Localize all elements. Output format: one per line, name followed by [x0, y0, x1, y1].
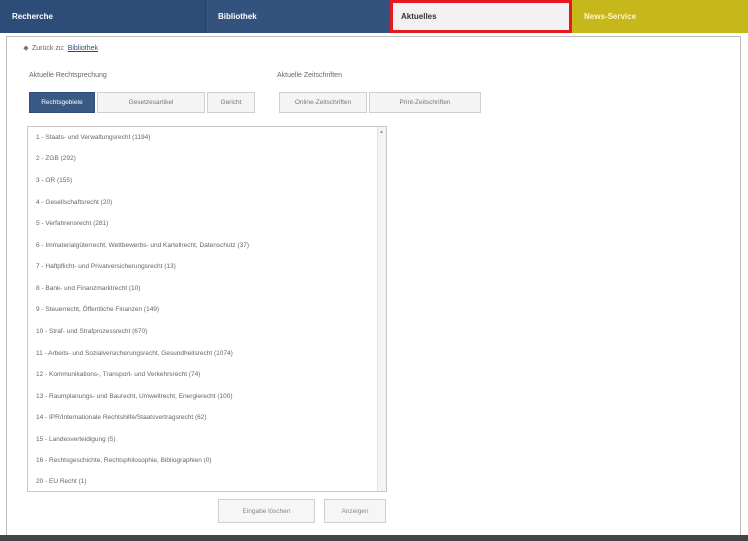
list-item[interactable]: 12 - Kommunikations-, Transport- und Ver… — [36, 371, 200, 378]
list-item[interactable]: 20 - EU Recht (1) — [36, 478, 87, 485]
breadcrumb-prefix: Zurück zu: — [32, 44, 65, 52]
show-button[interactable]: Anzeigen — [324, 499, 386, 523]
gesetzesartikel-button[interactable]: Gesetzesartikel — [97, 92, 205, 113]
list-item[interactable]: 9 - Steuerrecht, Öffentliche Finanzen (1… — [36, 306, 159, 313]
tab-recherche[interactable]: Recherche — [0, 0, 206, 33]
list-item[interactable]: 11 - Arbeits- und Sozialversicherungsrec… — [36, 350, 233, 357]
list-item[interactable]: 4 - Gesellschaftsrecht (20) — [36, 199, 112, 206]
list-item[interactable]: 16 - Rechtsgeschichte, Rechtsphilosophie… — [36, 457, 212, 464]
breadcrumb: ◆ Zurück zu: Bibliothek — [23, 44, 98, 53]
list-item[interactable]: 1 - Staats- und Verwaltungsrecht (1194) — [36, 134, 150, 141]
online-zeitschriften-button[interactable]: Online-Zeitschriften — [279, 92, 367, 113]
tab-bibliothek[interactable]: Bibliothek — [206, 0, 390, 33]
list-item[interactable]: 6 - Immaterialgüterrecht, Wettbewerbs- u… — [36, 242, 249, 249]
page-bottom-bar — [0, 535, 748, 541]
tab-aktuelles[interactable]: Aktuelles — [390, 0, 572, 33]
clear-input-button[interactable]: Eingabe löschen — [218, 499, 315, 523]
print-zeitschriften-button[interactable]: Print-Zeitschriften — [369, 92, 481, 113]
list-item[interactable]: 3 - OR (155) — [36, 177, 72, 184]
scroll-up-arrow-icon[interactable]: ▲ — [378, 129, 385, 135]
list-item[interactable]: 10 - Straf- und Strafprozessrecht (670) — [36, 328, 147, 335]
rechtsgebiete-button[interactable]: Rechtsgebiete — [29, 92, 95, 113]
back-arrow-icon: ◆ — [23, 45, 29, 52]
list-item[interactable]: 14 - IPR/Internationale Rechtshilfe/Staa… — [36, 414, 207, 421]
list-item[interactable]: 5 - Verfahrensrecht (281) — [36, 220, 108, 227]
zeitschriften-label: Aktuelle Zeitschriften — [277, 72, 342, 79]
main-navigation: Recherche Bibliothek Aktuelles News-Serv… — [0, 0, 748, 33]
list-item[interactable]: 8 - Bank- und Finanzmarktrecht (10) — [36, 285, 140, 292]
listbox-scrollbar[interactable]: ▲ — [377, 127, 386, 491]
content-panel: ◆ Zurück zu: Bibliothek Aktuelle Rechtsp… — [6, 36, 741, 538]
gericht-button[interactable]: Gericht — [207, 92, 255, 113]
breadcrumb-link-bibliothek[interactable]: Bibliothek — [68, 45, 98, 52]
rechtsgebiete-listbox[interactable]: 1 - Staats- und Verwaltungsrecht (1194) … — [27, 126, 387, 492]
list-item[interactable]: 15 - Landesverteidigung (5) — [36, 436, 116, 443]
rechtsprechung-label: Aktuelle Rechtsprechung — [29, 72, 107, 79]
list-item[interactable]: 7 - Haftpflicht- und Privatversicherungs… — [36, 263, 176, 270]
list-item[interactable]: 2 - ZGB (292) — [36, 155, 76, 162]
tab-news-service[interactable]: News-Service — [572, 0, 748, 33]
list-item[interactable]: 13 - Raumplanungs- und Baurecht, Umweltr… — [36, 393, 233, 400]
